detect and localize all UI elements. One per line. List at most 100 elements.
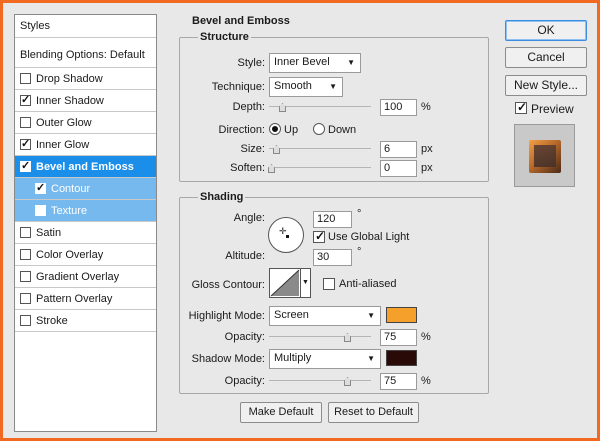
technique-select[interactable]: Smooth ▼ [269, 77, 343, 97]
highlight-opacity-input[interactable]: 75 [380, 329, 417, 346]
style-item[interactable]: Satin [15, 222, 156, 244]
gloss-contour-picker[interactable]: ▼ [269, 268, 311, 298]
chevron-down-icon[interactable]: ▼ [300, 269, 310, 297]
soften-slider[interactable] [269, 167, 371, 168]
ok-button[interactable]: OK [505, 20, 587, 41]
blending-options-label: Blending Options: Default [20, 49, 145, 61]
direction-label: Direction: [218, 124, 265, 136]
style-item[interactable]: Color Overlay [15, 244, 156, 266]
angle-input[interactable]: 120 [313, 211, 352, 228]
soften-input[interactable]: 0 [380, 160, 417, 177]
style-item-label: Contour [51, 182, 91, 195]
size-label: Size: [240, 143, 265, 155]
style-item-checkbox[interactable] [35, 181, 46, 194]
style-item-checkbox[interactable] [20, 137, 31, 150]
style-item-checkbox[interactable] [20, 249, 31, 260]
preview-thumbnail [529, 140, 561, 173]
size-input[interactable]: 6 [380, 141, 417, 158]
style-item[interactable]: Contour [15, 178, 156, 200]
blending-options[interactable]: Blending Options: Default [15, 43, 156, 68]
direction-up-label: Up [284, 124, 299, 136]
style-item-checkbox[interactable] [20, 73, 31, 84]
style-item[interactable]: Drop Shadow [15, 68, 156, 90]
preview-checkbox[interactable] [515, 100, 527, 114]
shadow-opacity-unit: % [421, 375, 431, 387]
style-item[interactable]: Inner Shadow [15, 90, 156, 112]
size-slider[interactable] [269, 148, 371, 149]
angle-unit: ° [357, 208, 362, 220]
style-item-checkbox[interactable] [20, 293, 31, 304]
style-item-label: Texture [51, 204, 88, 217]
style-item-checkbox[interactable] [20, 93, 31, 106]
shadow-color-swatch[interactable] [386, 350, 417, 366]
altitude-input[interactable]: 30 [313, 249, 352, 266]
style-item-label: Bevel and Emboss [36, 160, 134, 173]
style-item-label: Drop Shadow [36, 72, 103, 85]
style-select[interactable]: Inner Bevel ▼ [269, 53, 361, 73]
preview-label: Preview [531, 102, 574, 116]
shadow-mode-label: Shadow Mode: [191, 353, 265, 365]
direction-down-radio[interactable] [313, 123, 325, 135]
bevel-title: Bevel and Emboss [192, 15, 290, 27]
styles-header[interactable]: Styles [15, 15, 156, 38]
style-item-checkbox[interactable] [20, 271, 31, 282]
global-light-checkbox[interactable] [313, 229, 325, 243]
style-item[interactable]: Inner Glow [15, 134, 156, 156]
altitude-label: Altitude: [225, 250, 265, 262]
highlight-mode-label: Highlight Mode: [188, 310, 265, 322]
highlight-opacity-unit: % [421, 331, 431, 343]
style-item-label: Stroke [36, 314, 68, 327]
style-item-label: Outer Glow [36, 116, 92, 129]
chevron-down-icon: ▼ [367, 354, 375, 363]
shadow-opacity-slider[interactable] [269, 380, 371, 381]
chevron-down-icon: ▼ [367, 311, 375, 320]
new-style-button[interactable]: New Style... [505, 75, 587, 96]
depth-unit: % [421, 101, 431, 113]
altitude-unit: ° [357, 246, 362, 258]
shadow-opacity-input[interactable]: 75 [380, 373, 417, 390]
style-item-checkbox[interactable] [20, 315, 31, 326]
highlight-mode-value: Screen [274, 309, 309, 321]
soften-label: Soften: [230, 162, 265, 174]
style-item-checkbox[interactable] [20, 227, 31, 238]
shadow-mode-value: Multiply [274, 352, 312, 364]
style-label: Style: [237, 57, 265, 69]
angle-label: Angle: [233, 212, 265, 224]
style-select-value: Inner Bevel [274, 56, 330, 68]
chevron-down-icon: ▼ [347, 58, 355, 67]
direction-down-label: Down [328, 124, 357, 136]
style-item[interactable]: Bevel and Emboss [15, 156, 156, 178]
reset-default-button[interactable]: Reset to Default [328, 402, 419, 423]
direction-up-radio[interactable] [269, 123, 281, 135]
technique-label: Technique: [211, 81, 265, 93]
highlight-mode-select[interactable]: Screen ▼ [269, 306, 381, 326]
style-item-checkbox[interactable] [35, 205, 46, 216]
styles-title: Styles [20, 20, 50, 32]
style-item-label: Inner Shadow [36, 94, 104, 107]
technique-select-value: Smooth [274, 80, 312, 92]
angle-dial[interactable]: ✛ [268, 217, 304, 253]
depth-input[interactable]: 100 [380, 99, 417, 116]
style-item-checkbox[interactable] [20, 159, 31, 172]
style-item[interactable]: Texture [15, 200, 156, 222]
chevron-down-icon: ▼ [329, 82, 337, 91]
shadow-opacity-label: Opacity: [224, 375, 265, 387]
style-item[interactable]: Stroke [15, 310, 156, 332]
style-item-label: Satin [36, 226, 62, 239]
highlight-opacity-slider[interactable] [269, 336, 371, 337]
style-item[interactable]: Gradient Overlay [15, 266, 156, 288]
style-preview [514, 124, 575, 187]
cancel-button[interactable]: Cancel [505, 47, 587, 68]
size-unit: px [421, 143, 433, 155]
anti-aliased-label: Anti-aliased [339, 278, 397, 290]
style-item-label: Inner Glow [36, 138, 90, 151]
style-item[interactable]: Pattern Overlay [15, 288, 156, 310]
highlight-color-swatch[interactable] [386, 307, 417, 323]
angle-center-dot [286, 235, 289, 238]
style-item-checkbox[interactable] [20, 117, 31, 128]
make-default-button[interactable]: Make Default [240, 402, 322, 423]
anti-aliased-checkbox[interactable] [323, 278, 335, 290]
style-item[interactable]: Outer Glow [15, 112, 156, 134]
shadow-mode-select[interactable]: Multiply ▼ [269, 349, 381, 369]
styles-panel: Styles Blending Options: Default Drop Sh… [14, 14, 157, 432]
